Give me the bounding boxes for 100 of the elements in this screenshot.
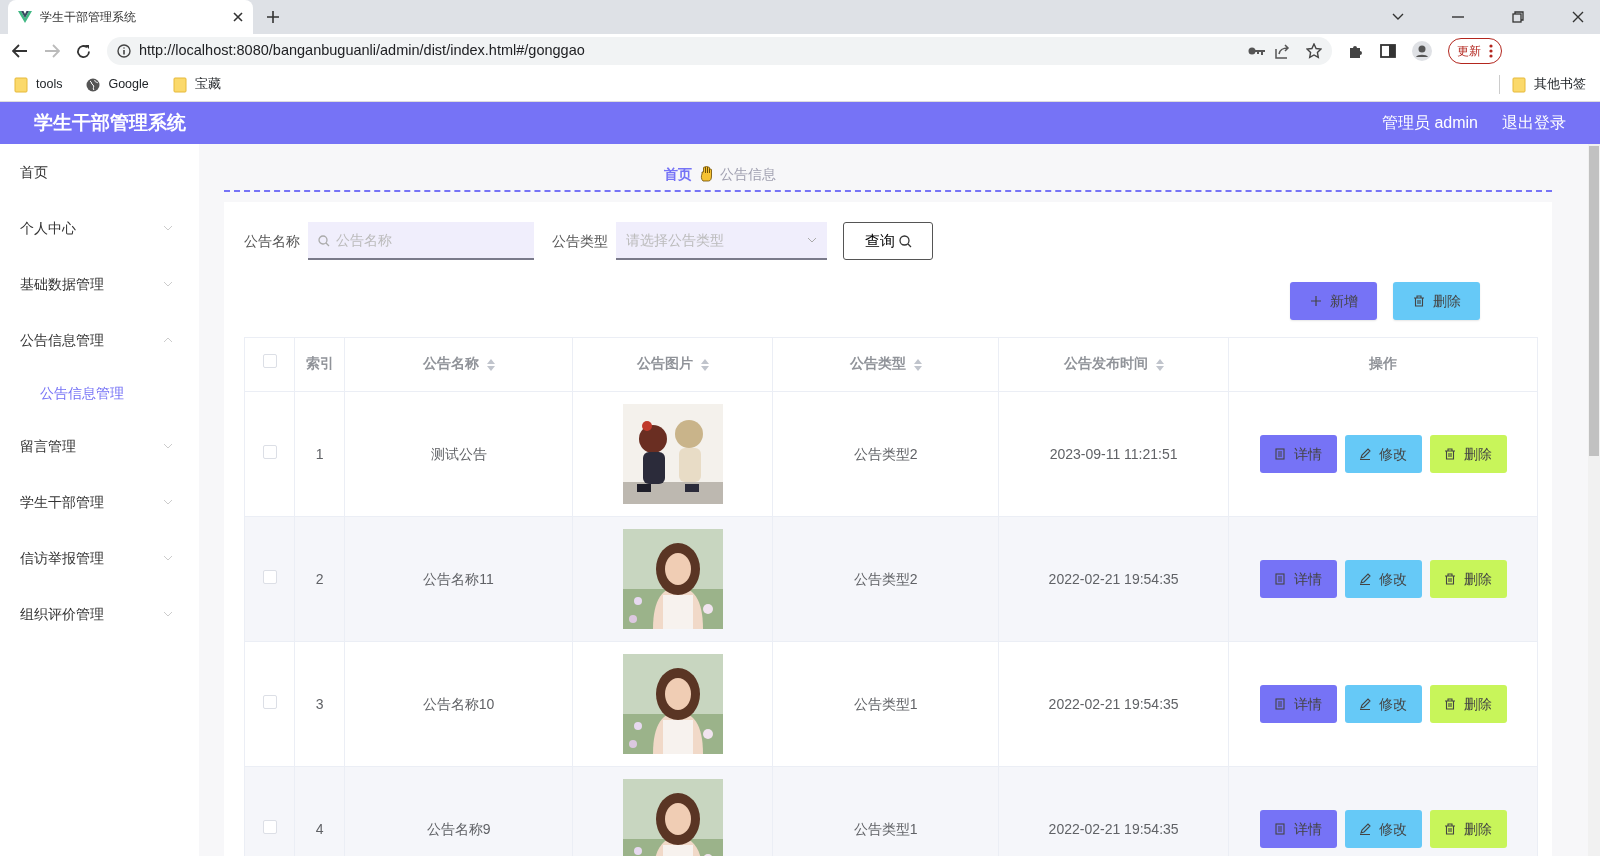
hand-icon — [700, 166, 713, 182]
table-cell: 公告名称10 — [422, 695, 495, 712]
search-icon — [898, 234, 912, 248]
bookmark[interactable]: 其他书签 — [1499, 75, 1586, 94]
search-icon — [318, 235, 331, 247]
document-icon — [1274, 573, 1287, 585]
table-cell: 2022-02-21 19:54:35 — [1048, 570, 1179, 587]
edit-button[interactable]: 修改 — [1344, 810, 1422, 848]
side-panel-icon[interactable] — [1380, 44, 1396, 58]
folder-icon — [14, 76, 28, 93]
document-icon — [1274, 698, 1287, 710]
chevron-down-icon — [163, 281, 174, 287]
sort-icon — [486, 358, 495, 371]
address-bar[interactable]: http://localhost:8080/banganbuguanli/admin/dist/index.html#/gonggao — [107, 37, 1332, 65]
sort-icon — [700, 358, 709, 371]
app-title: 学生干部管理系统 — [34, 110, 186, 135]
trash-icon — [1412, 295, 1425, 307]
query-button[interactable]: 查询 — [843, 222, 934, 260]
pencil-icon — [1359, 823, 1372, 835]
share-icon[interactable] — [1274, 43, 1290, 59]
logout-link[interactable]: 退出登录 — [1502, 111, 1566, 135]
star-icon[interactable] — [1306, 43, 1322, 59]
back-icon[interactable] — [12, 44, 28, 58]
pencil-icon — [1359, 573, 1372, 585]
sidebar-item[interactable]: 组织评价管理 — [0, 586, 200, 642]
close-icon[interactable] — [233, 12, 243, 22]
reload-icon[interactable] — [76, 43, 91, 59]
bookmark[interactable]: Google — [86, 75, 149, 94]
table-cell: 2 — [315, 570, 324, 587]
table-cell: 公告类型2 — [853, 445, 918, 462]
chevron-down-icon — [163, 499, 174, 505]
field-label: 公告名称 — [244, 231, 301, 251]
delete-button[interactable]: 删除 — [1429, 685, 1507, 723]
sidebar-item[interactable]: 学生干部管理 — [0, 474, 200, 530]
key-icon[interactable] — [1248, 46, 1266, 56]
sidebar-item[interactable]: 留言管理 — [0, 418, 200, 474]
folder-icon — [172, 76, 187, 93]
sidebar-item[interactable]: 个人中心 — [0, 200, 200, 256]
checkbox[interactable] — [262, 569, 277, 584]
table-cell: 1 — [315, 445, 324, 462]
breadcrumb-link[interactable]: 首页 — [664, 163, 693, 185]
profile-icon[interactable] — [1412, 41, 1432, 61]
document-icon — [1274, 448, 1287, 460]
column-header: 操作 — [1369, 355, 1398, 374]
document-icon — [1274, 823, 1287, 835]
chevron-down-icon — [163, 611, 174, 617]
chevron-down-icon — [807, 237, 818, 243]
table-cell: 测试公告 — [430, 445, 487, 462]
chevron-down-icon[interactable] — [1392, 13, 1404, 21]
folder-icon — [1512, 76, 1526, 93]
chevron-up-icon — [163, 337, 174, 343]
delete-button[interactable]: 删除 — [1393, 282, 1481, 320]
checkbox[interactable] — [262, 819, 277, 834]
chevron-down-icon — [163, 225, 174, 231]
tab-title: 学生干部管理系统 — [40, 9, 137, 26]
url-text: http://localhost:8080/banganbuguanli/admin/dist/index.html#/gonggao — [139, 41, 586, 61]
delete-button[interactable]: 删除 — [1429, 560, 1507, 598]
trash-icon — [1444, 573, 1457, 585]
edit-button[interactable]: 修改 — [1344, 435, 1422, 473]
edit-button[interactable]: 修改 — [1344, 560, 1422, 598]
table-cell: 公告类型1 — [853, 820, 918, 837]
table-cell: 公告类型1 — [853, 695, 918, 712]
delete-button[interactable]: 删除 — [1429, 435, 1507, 473]
sidebar-item[interactable]: 首页 — [0, 144, 200, 200]
more-icon — [1489, 44, 1493, 58]
sidebar-item[interactable]: 基础数据管理 — [0, 256, 200, 312]
search-field[interactable]: 公告名称 — [308, 222, 535, 260]
scrollbar[interactable] — [1588, 144, 1600, 856]
field-label: 公告类型 — [552, 231, 609, 251]
submenu-item[interactable]: 公告信息管理 — [0, 368, 200, 418]
new-tab-icon[interactable] — [267, 11, 279, 23]
sort-icon — [1155, 358, 1164, 371]
restore-icon[interactable] — [1512, 11, 1524, 23]
checkbox[interactable] — [262, 354, 277, 369]
bookmark[interactable]: 宝藏 — [172, 75, 221, 94]
table-cell: 公告名称11 — [423, 570, 494, 587]
edit-button[interactable]: 修改 — [1344, 685, 1422, 723]
sidebar-item[interactable]: 公告信息管理 — [0, 312, 200, 368]
browser-tab[interactable]: 学生干部管理系统 — [8, 0, 253, 34]
bookmark[interactable]: tools — [14, 75, 63, 94]
delete-button[interactable]: 删除 — [1429, 810, 1507, 848]
table-cell: 公告类型2 — [853, 570, 918, 587]
table-cell: 2022-02-21 19:54:35 — [1048, 820, 1179, 837]
extensions-icon[interactable] — [1348, 43, 1364, 59]
checkbox[interactable] — [262, 444, 277, 459]
trash-icon — [1444, 698, 1457, 710]
plus-icon — [1309, 295, 1322, 307]
close-icon[interactable] — [1572, 11, 1584, 23]
user-label: 管理员 admin — [1381, 113, 1478, 133]
table-cell: 3 — [315, 695, 324, 712]
trash-icon — [1444, 823, 1457, 835]
sort-icon — [913, 358, 922, 371]
checkbox[interactable] — [262, 694, 277, 709]
table-cell: 公告名称9 — [426, 820, 491, 837]
update-button[interactable]: 更新 — [1448, 38, 1502, 64]
table-cell: 2022-02-21 19:54:35 — [1048, 695, 1179, 712]
sidebar-item[interactable]: 信访举报管理 — [0, 530, 200, 586]
globe-icon — [86, 77, 101, 92]
table-cell: 2023-09-11 11:21:51 — [1049, 445, 1178, 462]
chevron-down-icon — [163, 443, 174, 449]
